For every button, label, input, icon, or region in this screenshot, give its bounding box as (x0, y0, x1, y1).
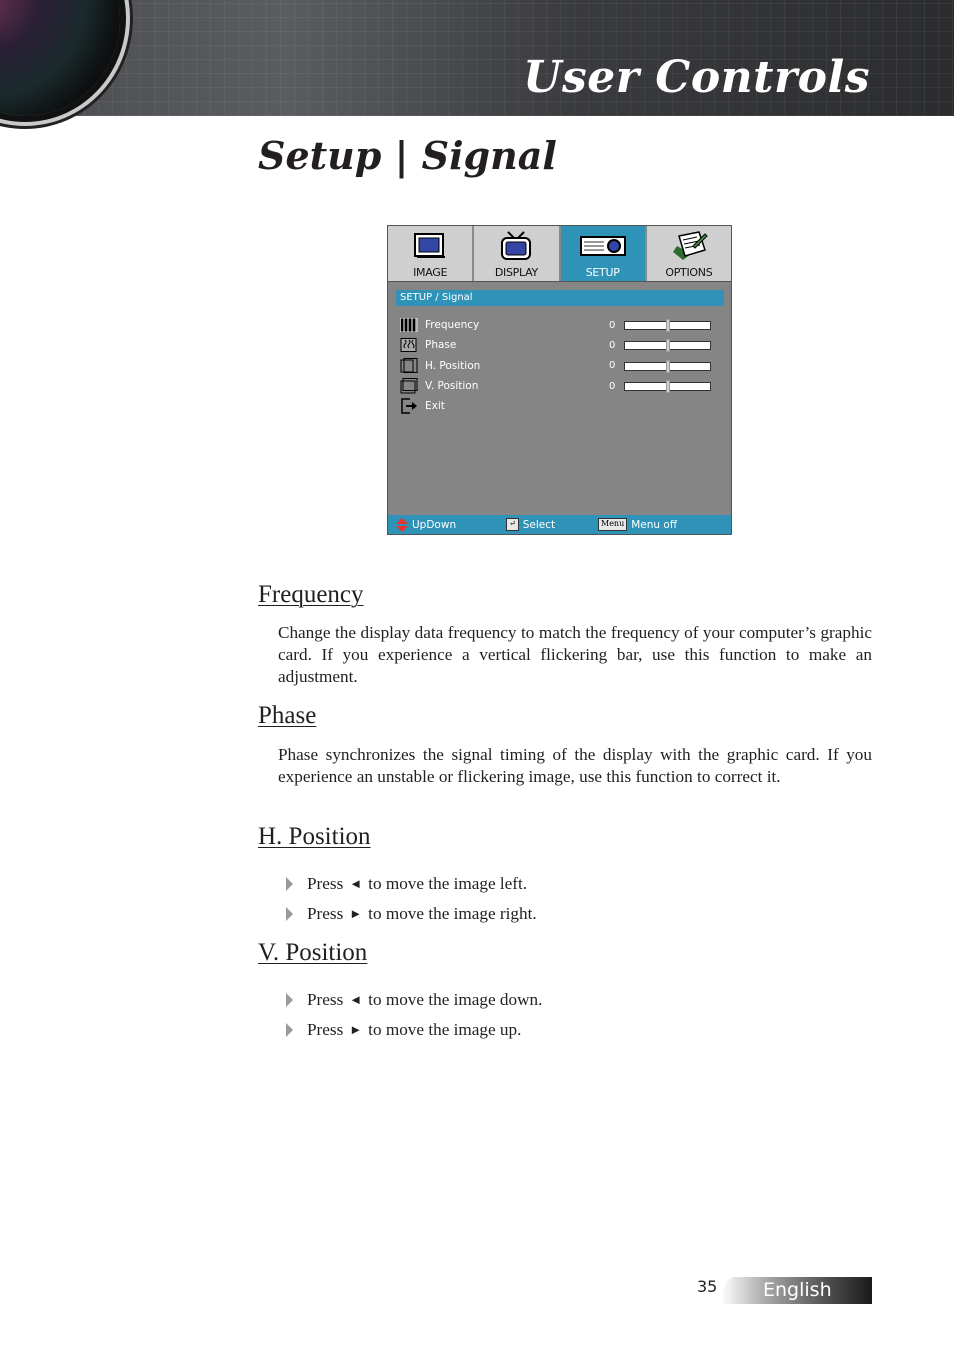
bullet-arrow-icon (286, 993, 293, 1007)
h-position-slider-thumb[interactable] (665, 359, 670, 373)
list-item: Press ► to move the image right. (286, 899, 537, 929)
left-arrow-icon: ◄ (349, 992, 363, 1007)
v-position-icon (400, 378, 418, 394)
page-number: 35 (697, 1277, 718, 1296)
page-footer: English 35 (697, 1277, 872, 1304)
frequency-slider[interactable] (624, 319, 711, 332)
projector-icon (579, 230, 626, 262)
list-item: Press ◄ to move the image left. (286, 869, 537, 899)
v-position-slider[interactable] (624, 379, 711, 393)
language-bar: English (721, 1277, 872, 1304)
menu-off-label: Menu off (631, 518, 678, 531)
osd-row-exit[interactable]: Exit (400, 396, 720, 416)
bullet-text: to move the image up. (368, 1020, 522, 1039)
bullet-press: Press (307, 1020, 344, 1039)
tab-display-label: DISPLAY (494, 266, 538, 279)
banner-title: User Controls (523, 52, 870, 103)
right-arrow-icon: ► (349, 906, 363, 921)
h-position-slider[interactable] (624, 359, 711, 373)
v-position-value: 0 (609, 380, 616, 392)
frequency-value: 0 (609, 319, 616, 331)
frequency-slider-thumb[interactable] (665, 319, 670, 332)
camera-lens-image (0, 0, 120, 116)
tab-options[interactable]: OPTIONS (646, 226, 731, 281)
phase-slider[interactable] (624, 339, 711, 353)
bullet-press: Press (307, 904, 344, 923)
notepad-icon (669, 230, 709, 262)
frequency-bars-icon (400, 318, 418, 333)
frequency-heading: Frequency (258, 581, 364, 608)
left-arrow-icon: ◄ (349, 876, 363, 891)
monitor-icon (413, 230, 447, 262)
list-item: Press ► to move the image up. (286, 1015, 542, 1045)
tab-setup-label: SETUP (585, 266, 620, 279)
bullet-press: Press (307, 990, 344, 1009)
bullet-press: Press (307, 874, 344, 893)
tab-image[interactable]: IMAGE (388, 226, 475, 281)
phase-value: 0 (609, 339, 616, 351)
bullet-text: to move the image down. (368, 990, 543, 1009)
osd-row-phase[interactable]: Phase 0 (400, 335, 720, 355)
enter-key-icon: ↵ (506, 518, 519, 531)
bullet-text: to move the image left. (368, 874, 528, 893)
select-label: Select (522, 518, 556, 531)
v-position-heading: V. Position (258, 939, 368, 966)
h-position-label: H. Position (425, 359, 481, 372)
updown-hint: UpDown (396, 517, 457, 532)
osd-row-h-position[interactable]: H. Position 0 (400, 356, 720, 376)
frequency-label: Frequency (425, 319, 480, 332)
right-arrow-icon: ► (349, 1022, 363, 1037)
phase-icon (400, 338, 418, 353)
phase-label: Phase (425, 339, 457, 352)
exit-label: Exit (425, 400, 445, 413)
h-position-icon (400, 357, 418, 373)
osd-row-v-position[interactable]: V. Position 0 (400, 376, 720, 396)
h-position-bullets: Press ◄ to move the image left. Press ► … (286, 869, 537, 929)
v-position-bullets: Press ◄ to move the image down. Press ► … (286, 985, 542, 1045)
menu-off-hint: Menu Menu off (598, 518, 677, 531)
osd-rows: Frequency 0 Phase 0 H. Position 0 V. Pos… (400, 315, 720, 416)
tv-icon (499, 230, 533, 262)
header-banner: User Controls (0, 0, 954, 116)
osd-menu: IMAGE DISPLAY SETUP OPTIONS SETUP / Sign… (387, 225, 732, 535)
select-hint: ↵ Select (506, 518, 555, 531)
phase-slider-thumb[interactable] (665, 339, 670, 353)
phase-heading: Phase (258, 702, 317, 729)
bullet-arrow-icon (286, 1023, 293, 1037)
frequency-description: Change the display data frequency to mat… (278, 623, 872, 686)
bullet-text: to move the image right. (368, 904, 537, 923)
bullet-arrow-icon (286, 907, 293, 921)
osd-footer: UpDown ↵ Select Menu Menu off (388, 515, 731, 534)
list-item: Press ◄ to move the image down. (286, 985, 542, 1015)
phase-description: Phase synchronizes the signal timing of … (278, 745, 872, 786)
updown-label: UpDown (412, 518, 457, 531)
bullet-arrow-icon (286, 877, 293, 891)
v-position-label: V. Position (425, 380, 479, 393)
v-position-slider-thumb[interactable] (665, 379, 670, 393)
exit-icon (400, 398, 418, 415)
h-position-value: 0 (609, 360, 616, 372)
osd-tabs: IMAGE DISPLAY SETUP OPTIONS (388, 226, 731, 282)
tab-options-label: OPTIONS (665, 266, 713, 279)
updown-arrows-icon (396, 517, 408, 532)
menu-key-icon: Menu (598, 518, 628, 531)
h-position-heading: H. Position (258, 823, 371, 850)
tab-setup[interactable]: SETUP (560, 226, 647, 281)
language-label: English (763, 1279, 832, 1301)
page-title: Setup | Signal (258, 133, 557, 178)
osd-breadcrumb: SETUP / Signal (396, 290, 724, 306)
tab-display[interactable]: DISPLAY (474, 226, 561, 281)
tab-image-label: IMAGE (413, 266, 448, 279)
osd-row-frequency[interactable]: Frequency 0 (400, 315, 720, 335)
